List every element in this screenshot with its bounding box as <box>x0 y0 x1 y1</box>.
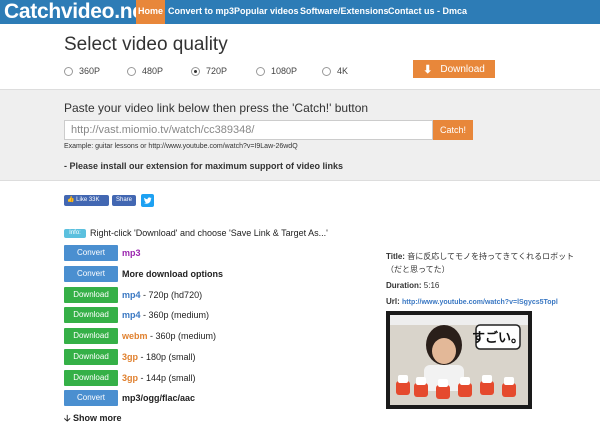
radio-icon[interactable] <box>322 66 331 76</box>
arrow-down-icon: 🡣 <box>64 413 71 423</box>
info-badge: Info: <box>64 229 86 238</box>
convert-mp3-button[interactable]: Convert <box>64 245 118 261</box>
facebook-like-button[interactable]: 👍 Like 33K <box>64 195 109 206</box>
nav-convert-to-mp3[interactable]: Convert to mp3 <box>168 0 234 24</box>
nav-software-extensions[interactable]: Software/Extensions <box>300 0 389 24</box>
quality-option-720p[interactable]: 720P <box>191 65 227 77</box>
paste-instruction: Paste your video link below then press t… <box>64 101 369 115</box>
nav-home[interactable]: Home <box>136 0 165 24</box>
quality-option-360p[interactable]: 360P <box>64 65 100 77</box>
install-extension-note[interactable]: - Please install our extension for maxim… <box>64 161 343 171</box>
thumbs-up-icon: 👍 <box>67 197 75 203</box>
quality-option-4k[interactable]: 4K <box>322 65 348 77</box>
site-logo[interactable]: Catchvideo.net <box>4 1 151 23</box>
video-url-input[interactable]: http://vast.miomio.tv/watch/cc389348/ <box>64 120 433 140</box>
page-title: Select video quality <box>64 34 228 55</box>
row-label-mp3: mp3 <box>122 248 141 258</box>
thumbnail-caption: すごい。 <box>472 330 524 346</box>
video-url: Url: http://www.youtube.com/watch?v=lSgy… <box>386 297 558 306</box>
download-3gp-180p-button[interactable]: Download <box>64 349 118 365</box>
radio-icon[interactable] <box>64 66 73 76</box>
download-button[interactable]: ⬇ Download <box>413 60 495 78</box>
video-thumbnail[interactable]: すごい。 <box>386 311 532 409</box>
example-text: Example: guitar lessons or http://www.yo… <box>64 143 298 150</box>
quality-option-1080p[interactable]: 1080P <box>256 65 297 77</box>
convert-more-options-button[interactable]: Convert <box>64 266 118 282</box>
row-label-more-options: More download options <box>122 269 223 279</box>
top-nav-bar: Catchvideo.net Home Convert to mp3 Popul… <box>0 0 600 24</box>
info-text: Right-click 'Download' and choose 'Save … <box>90 228 328 238</box>
download-mp4-360p-button[interactable]: Download <box>64 307 118 323</box>
row-label-mp4-720p: mp4 - 720p (hd720) <box>122 290 203 300</box>
nav-contact-dmca[interactable]: Contact us - Dmca <box>388 0 467 24</box>
radio-icon[interactable] <box>256 66 265 76</box>
video-title-line2: （だと思ってた） <box>386 265 450 274</box>
video-url-link[interactable]: http://www.youtube.com/watch?v=lSgycs5To… <box>402 299 558 306</box>
show-more-link[interactable]: 🡣 Show more <box>64 411 122 427</box>
row-label-3gp-144p: 3gp - 144p (small) <box>122 373 196 383</box>
download-mp4-720p-button[interactable]: Download <box>64 287 118 303</box>
radio-icon[interactable] <box>127 66 136 76</box>
download-webm-360p-button[interactable]: Download <box>64 328 118 344</box>
twitter-icon[interactable] <box>141 194 154 207</box>
download-arrow-icon: ⬇ <box>423 63 433 76</box>
row-label-webm-360p: webm - 360p (medium) <box>122 331 217 341</box>
nav-popular-videos[interactable]: Popular videos <box>234 0 299 24</box>
convert-audio-formats-button[interactable]: Convert <box>64 390 118 406</box>
video-duration: Duration: 5:16 <box>386 281 440 290</box>
video-title: Title: 音に反応してモノを持ってきてくれるロボット <box>386 252 575 261</box>
radio-selected-icon[interactable] <box>191 66 200 76</box>
facebook-share-button[interactable]: Share <box>112 195 136 206</box>
quality-option-480p[interactable]: 480P <box>127 65 163 77</box>
row-label-audio-formats: mp3/ogg/flac/aac <box>122 393 196 403</box>
catch-button[interactable]: Catch! <box>433 120 473 140</box>
row-label-mp4-360p: mp4 - 360p (medium) <box>122 310 210 320</box>
download-3gp-144p-button[interactable]: Download <box>64 370 118 386</box>
row-label-3gp-180p: 3gp - 180p (small) <box>122 352 196 362</box>
